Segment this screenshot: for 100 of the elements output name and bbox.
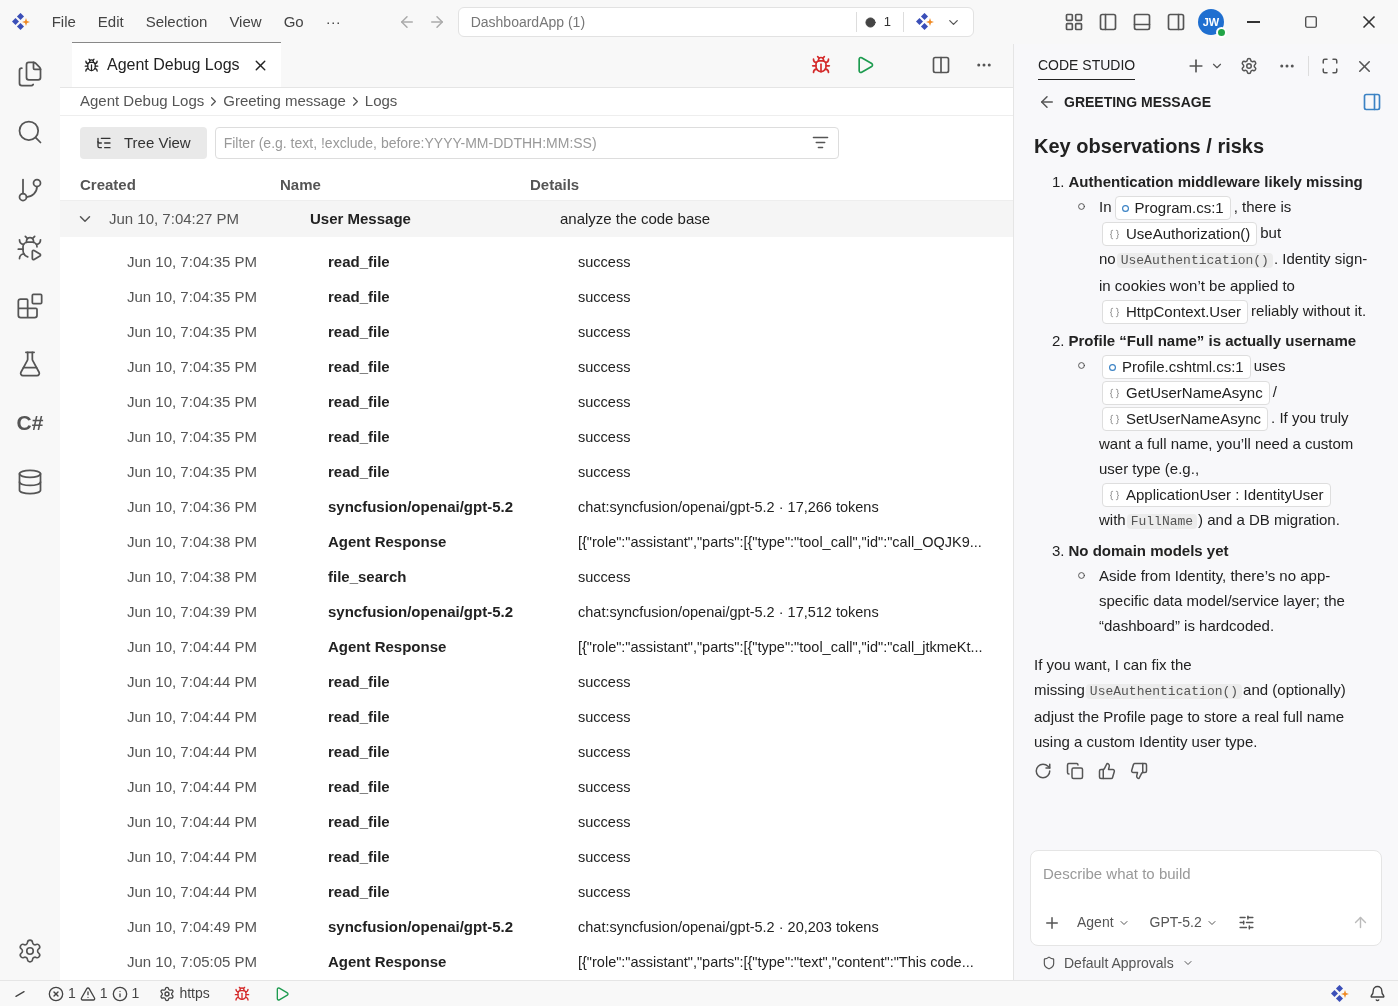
approvals-dropdown[interactable]: Default Approvals	[1014, 946, 1398, 980]
tree-view-button[interactable]: Tree View	[80, 127, 207, 159]
tree-icon	[96, 135, 112, 151]
name-cell-text: read_file	[328, 812, 391, 833]
tools-icon[interactable]	[1237, 914, 1255, 931]
gear-icon[interactable]	[159, 985, 176, 1002]
column-header: Created	[80, 174, 137, 195]
name-cell-text: syncfusion/openai/gpt-5.2	[328, 497, 515, 518]
layout-icon[interactable]	[1064, 12, 1084, 32]
command-center[interactable]: DashboardApp (1) 1	[457, 7, 974, 37]
panel-icon[interactable]	[1362, 92, 1382, 112]
created-cell-text: Jun 10, 7:04:44 PM	[127, 847, 259, 868]
branch-icon[interactable]	[16, 176, 44, 204]
created-cell-text: Jun 10, 7:04:35 PM	[127, 462, 259, 483]
breadcrumb-item[interactable]: Agent Debug Logs	[80, 90, 205, 113]
created-cell-text: Jun 10, 7:04:35 PM	[127, 322, 259, 343]
port-label[interactable]: https	[179, 983, 210, 1004]
item-title: Profile “Full name” is actually username	[1068, 331, 1357, 352]
settings-icon[interactable]	[1240, 57, 1258, 75]
menu-item[interactable]: View	[220, 6, 271, 38]
info-icon[interactable]	[111, 985, 128, 1002]
search-icon[interactable]	[16, 118, 44, 146]
back-icon[interactable]	[1038, 93, 1056, 111]
run-icon[interactable]	[855, 55, 875, 75]
details-cell-text: success	[578, 567, 631, 587]
details-cell-text: success	[578, 287, 631, 307]
name-cell-text: User Message	[310, 208, 412, 229]
warning-icon[interactable]	[79, 985, 96, 1002]
copy-icon[interactable]	[1066, 762, 1084, 781]
error-count[interactable]: 1	[68, 983, 76, 1004]
thumbs-down-icon[interactable]	[1130, 762, 1148, 781]
created-cell-text: Jun 10, 7:04:38 PM	[127, 567, 259, 588]
menu-item[interactable]: Go	[274, 6, 313, 38]
panel-bottom-icon[interactable]	[1132, 12, 1152, 32]
editor-tab[interactable]: Agent Debug Logs	[72, 42, 281, 87]
inline-code: UseAuthentication()	[1116, 253, 1273, 269]
breadcrumb-item[interactable]: Greeting message	[223, 90, 346, 113]
file-chip[interactable]: Profile.cshtml.cs:1	[1102, 355, 1251, 380]
created-cell-text: Jun 10, 7:04:44 PM	[127, 882, 259, 903]
shield-icon	[1042, 956, 1056, 970]
panel-right-icon[interactable]	[1166, 12, 1186, 32]
chat-input[interactable]: Describe what to build	[1043, 863, 1369, 886]
name-cell-text: read_file	[328, 777, 391, 798]
maximize-icon[interactable]	[1321, 57, 1339, 75]
list-number: 1.	[1052, 172, 1065, 192]
filter-field[interactable]: Filter (e.g. text, !exclude, before:YYYY-MM-DDTHH:MM:SS)	[214, 127, 839, 159]
created-cell-text: Jun 10, 7:04:35 PM	[127, 287, 259, 308]
bullet-icon	[1078, 362, 1085, 370]
bell-icon[interactable]	[1369, 985, 1386, 1002]
split-editor-icon[interactable]	[931, 55, 951, 75]
created-cell-text: Jun 10, 7:04:35 PM	[127, 357, 259, 378]
retry-icon[interactable]	[1034, 762, 1052, 781]
details-cell-text: analyze the code base	[560, 208, 711, 229]
model-dropdown[interactable]: GPT-5.2	[1149, 912, 1218, 933]
info-count[interactable]: 1	[131, 983, 140, 1004]
symbol-chip[interactable]: SetUserNameAsync	[1102, 407, 1269, 432]
created-cell-text: Jun 10, 7:04:44 PM	[127, 672, 259, 693]
created-cell-text: Jun 10, 7:04:44 PM	[127, 742, 259, 763]
error-icon[interactable]	[48, 985, 64, 1002]
created-cell-text: Jun 10, 7:04:36 PM	[127, 497, 259, 518]
thumbs-up-icon[interactable]	[1098, 762, 1116, 781]
symbol-chip[interactable]: GetUserNameAsync	[1102, 381, 1270, 406]
warning-count[interactable]: 1	[99, 983, 108, 1004]
menu-item[interactable]: Selection	[136, 6, 217, 38]
breadcrumb-item[interactable]: Logs	[364, 90, 398, 113]
avatar[interactable]: JW	[1198, 9, 1224, 35]
database-icon[interactable]	[16, 468, 44, 496]
details-cell-text: chat:syncfusion/openai/gpt-5.2 · 20,203 tokens	[578, 917, 879, 937]
created-cell-text: Jun 10, 7:04:35 PM	[127, 427, 259, 448]
blocks-icon[interactable]	[16, 292, 44, 320]
symbol-chip[interactable]: UseAuthorization()	[1102, 222, 1258, 247]
files-icon[interactable]	[16, 60, 44, 88]
symbol-chip[interactable]: ApplicationUser : IdentityUser	[1102, 483, 1331, 508]
created-cell-text: Jun 10, 7:04:35 PM	[127, 392, 259, 413]
details-cell-text: success	[578, 707, 631, 727]
column-header: Details	[530, 174, 580, 195]
name-cell-text: read_file	[328, 392, 391, 413]
mode-dropdown[interactable]: Agent	[1077, 912, 1130, 933]
file-chip[interactable]: Program.cs:1	[1114, 196, 1231, 221]
symbol-chip[interactable]: HttpContext.User	[1102, 300, 1249, 325]
panel-left-icon[interactable]	[1098, 12, 1118, 32]
name-cell-text: read_file	[328, 847, 391, 868]
created-cell-text: Jun 10, 7:04:39 PM	[127, 602, 259, 623]
paragraph-text: If you want, I can fix the missing UseAuthentication() and (optionally) adjust the Profile page to store a real full name using a custom Identity user type.	[1034, 655, 1347, 753]
bug-play-icon[interactable]	[16, 234, 44, 262]
item-title: Authentication middleware likely missing	[1068, 172, 1363, 192]
bug-icon[interactable]	[233, 985, 250, 1002]
menu-item[interactable]: ···	[316, 6, 350, 38]
details-cell-text: success	[578, 252, 631, 272]
settings-icon[interactable]	[17, 938, 43, 964]
debug-stop-icon[interactable]	[811, 55, 831, 75]
menu-item[interactable]: File	[42, 6, 85, 38]
menu-item[interactable]: Edit	[88, 6, 133, 38]
filter-icon[interactable]	[811, 134, 829, 151]
name-cell-text: read_file	[328, 707, 391, 728]
csharp-label[interactable]: C#	[16, 408, 44, 438]
details-cell-text: [{"role":"assistant","parts":[{"type":"tool_call","id":"call_jtkmeKt...	[578, 637, 983, 657]
log-row[interactable]: Jun 10, 7:04:27 PM User Message analyze the code base	[60, 201, 1013, 237]
panel-tab[interactable]: CODE STUDIO	[1038, 52, 1136, 80]
item-title: No domain models yet	[1068, 541, 1229, 562]
